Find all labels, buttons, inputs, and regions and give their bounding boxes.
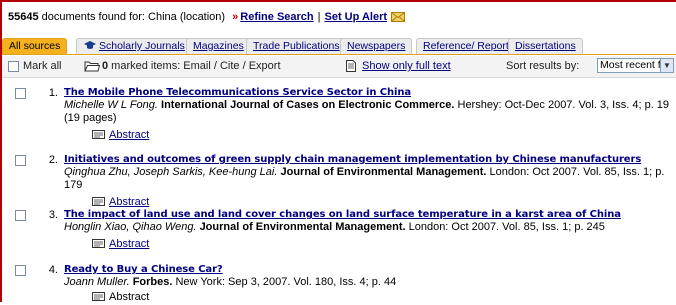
set-up-alert-link[interactable]: Set Up Alert (325, 11, 388, 23)
result-number: 1. (48, 87, 58, 99)
tab-dissertations[interactable]: Dissertations (508, 38, 583, 54)
result-authors: Qinghua Zhu, Joseph Sarkis, Kee-hung Lai… (64, 166, 278, 178)
result-checkbox[interactable] (15, 210, 26, 221)
mark-all-label[interactable]: Mark all (23, 60, 62, 72)
separator: | (317, 11, 321, 23)
frame-top-border (0, 0, 676, 2)
result-summary-text: documents found for: China (location) (38, 11, 229, 23)
graduation-cap-icon (83, 40, 97, 50)
marked-items-text: 0 marked items: Email / Cite / Export (102, 60, 281, 72)
abstract-label[interactable]: Abstract (109, 291, 149, 303)
result-details: London: Oct 2007. Vol. 85, Iss. 1; p. 24… (405, 221, 605, 233)
tab-trade-publications[interactable]: Trade Publications (246, 38, 347, 54)
result-title-link[interactable]: Initiatives and outcomes of green supply… (64, 154, 641, 165)
result-citation: Qinghua Zhu, Joseph Sarkis, Kee-hung Lai… (64, 166, 670, 192)
result-authors: Honglin Xiao, Qihao Weng. (64, 221, 197, 233)
result-journal: Journal of Environmental Management. (280, 166, 487, 178)
abstract-link[interactable]: Abstract (109, 238, 149, 250)
result-title-link[interactable]: The Mobile Phone Telecommunications Serv… (64, 87, 411, 98)
result-title-link[interactable]: Ready to Buy a Chinese Car? (64, 264, 223, 275)
tab-reference-reports[interactable]: Reference/ Reports (416, 38, 522, 54)
results-toolbar: Mark all 0 marked items: Email / Cite / … (2, 56, 676, 78)
result-checkbox[interactable] (15, 265, 26, 276)
document-icon (346, 60, 356, 75)
abstract-icon (92, 239, 105, 252)
result-authors: Michelle W L Fong. (64, 99, 158, 111)
result-checkbox[interactable] (15, 88, 26, 99)
result-title-link[interactable]: The impact of land use and land cover ch… (64, 209, 621, 220)
refine-arrow: » (232, 11, 239, 23)
mark-all-checkbox[interactable] (8, 61, 19, 72)
result-checkbox[interactable] (15, 155, 26, 166)
result-citation: Michelle W L Fong. International Journal… (64, 99, 670, 125)
result-number: 3. (48, 209, 58, 221)
result-citation: Joann Muller. Forbes. New York: Sep 3, 2… (64, 276, 670, 289)
result-details: New York: Sep 3, 2007. Vol. 180, Iss. 4;… (172, 276, 397, 288)
result-authors: Joann Muller. (64, 276, 130, 288)
tab-newspapers[interactable]: Newspapers (340, 38, 413, 54)
sort-label: Sort results by: (506, 60, 580, 72)
show-only-full-text-link[interactable]: Show only full text (362, 60, 451, 72)
refine-search-link[interactable]: Refine Search (240, 11, 313, 23)
abstract-icon (92, 130, 105, 143)
result-number: 4. (48, 264, 58, 276)
folder-icon (84, 60, 101, 75)
result-count: 55645 (8, 11, 39, 23)
result-citation: Honglin Xiao, Qihao Weng. Journal of Env… (64, 221, 670, 234)
abstract-link[interactable]: Abstract (109, 129, 149, 141)
chevron-down-icon[interactable]: ▼ (660, 59, 673, 72)
marked-items-label[interactable]: marked items: Email / Cite / Export (108, 60, 280, 72)
result-number: 2. (48, 154, 58, 166)
tab-all-sources[interactable]: All sources (2, 38, 68, 54)
result-journal: Journal of Environmental Management. (199, 221, 406, 233)
result-journal: Forbes. (132, 276, 173, 288)
results-summary: 55645 documents found for: China (locati… (8, 11, 406, 27)
envelope-icon[interactable] (391, 12, 406, 25)
abstract-link[interactable]: Abstract (109, 196, 149, 208)
abstract-icon (92, 292, 105, 305)
tab-scholarly-journals-label: Scholarly Journals (99, 40, 185, 52)
sort-select[interactable]: Most recent first ▼ (597, 58, 674, 73)
tab-magazines[interactable]: Magazines (186, 38, 251, 54)
source-type-tabs: All sources Scholarly Journals Magazines… (2, 38, 676, 55)
result-journal: International Journal of Cases on Electr… (161, 99, 455, 111)
tab-scholarly-journals[interactable]: Scholarly Journals (76, 38, 192, 54)
